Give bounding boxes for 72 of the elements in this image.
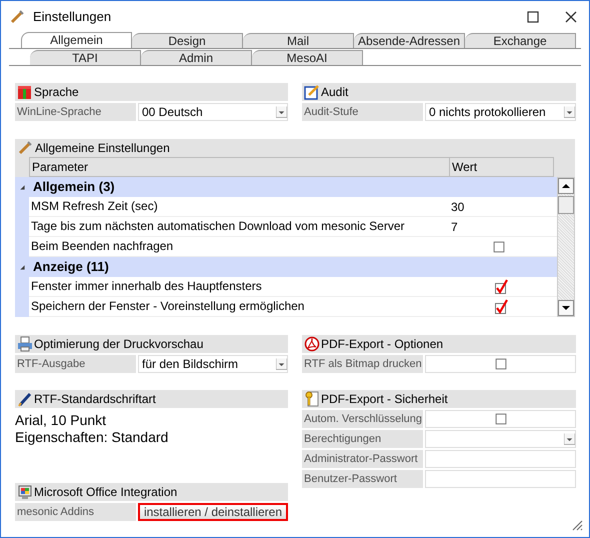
dropdown-arrow-icon — [276, 356, 287, 372]
table-cell: MSM Refresh Zeit (sec) — [29, 197, 449, 217]
group-label: Anzeige (11) — [33, 258, 109, 276]
tab[interactable]: Exchange — [465, 33, 576, 48]
panel-title: RTF-Standardschriftart — [34, 391, 156, 408]
gift-icon — [17, 84, 33, 100]
group-row[interactable]: Anzeige (11) — [15, 257, 557, 277]
settings-row[interactable]: MSM Refresh Zeit (sec) 30 — [15, 197, 557, 217]
maximize-icon[interactable] — [527, 11, 539, 23]
checkbox[interactable] — [494, 358, 506, 370]
dropdown-arrow-icon — [564, 104, 575, 120]
pdf-icon — [304, 336, 320, 352]
field-label: Berechtigungen — [302, 430, 423, 448]
dropdown[interactable]: für den Bildschirm — [138, 355, 288, 373]
settings-row[interactable]: Speichern der Fenster - Voreinstellung ermöglichen — [15, 297, 557, 317]
dropdown[interactable]: 00 Deutsch — [138, 103, 288, 121]
tab[interactable]: Design — [132, 33, 243, 48]
scroll-up-icon — [558, 178, 574, 194]
table-cell-text: 30 — [450, 198, 464, 216]
field-label: Autom. Verschlüsselung — [302, 410, 423, 428]
resize-grip-icon[interactable] — [571, 519, 583, 531]
group-row[interactable]: Allgemein (3) — [15, 177, 557, 197]
wrench-icon — [9, 9, 25, 25]
scrollbar[interactable] — [557, 177, 575, 317]
field-label: WinLine-Sprache — [15, 103, 136, 121]
tab[interactable]: Mail — [243, 33, 354, 48]
panel-title: PDF-Export - Optionen — [321, 336, 444, 353]
checkbox[interactable] — [493, 240, 505, 252]
tab[interactable]: Admin — [141, 50, 252, 65]
table-cell: Tage bis zum nächsten automatischen Download vom mesonic Server — [29, 217, 449, 237]
scroll-thumb[interactable] — [558, 196, 574, 214]
window-title: Einstellungen — [33, 8, 112, 26]
wrench-icon — [17, 140, 33, 156]
dropdown[interactable]: 0 nichts protokollieren — [425, 103, 576, 121]
field-label: Administrator-Passwort — [302, 450, 423, 468]
field-label: Benutzer-Passwort — [302, 470, 423, 488]
dropdown-arrow-icon — [564, 431, 575, 447]
notepad-icon — [304, 84, 320, 100]
table-cell: Speichern der Fenster - Voreinstellung ermöglichen — [29, 297, 449, 317]
tab[interactable]: MesoAI — [252, 50, 363, 65]
checked-checkbox[interactable] — [493, 298, 509, 314]
field-label: RTF-Ausgabe — [15, 355, 136, 373]
tab[interactable]: Allgemein — [21, 32, 132, 48]
panel-title: Audit — [321, 84, 348, 101]
checked-checkbox[interactable] — [493, 278, 509, 294]
checkbox[interactable] — [494, 413, 506, 425]
column-header[interactable]: Wert — [450, 158, 553, 176]
close-icon[interactable] — [565, 11, 577, 23]
dropdown-arrow-icon — [276, 104, 287, 120]
pen-icon — [17, 391, 33, 407]
table-cell-text: 7 — [450, 218, 458, 236]
field-label: mesonic Addins — [15, 503, 136, 521]
panel-title: Microsoft Office Integration — [34, 484, 178, 501]
key-icon — [304, 391, 320, 407]
panel-title: PDF-Export - Sicherheit — [321, 391, 448, 408]
install-button[interactable]: installieren / deinstallieren — [138, 503, 288, 521]
settings-row[interactable]: Fenster immer innerhalb des Hauptfensters — [15, 277, 557, 297]
group-label: Allgemein (3) — [33, 178, 115, 196]
field-label: RTF als Bitmap drucken — [302, 355, 423, 373]
input-field[interactable] — [425, 450, 576, 468]
tab[interactable]: Absende-Adressen — [354, 33, 465, 48]
font-info-text: Arial, 10 Punkt — [15, 412, 108, 429]
field-label: Audit-Stufe — [302, 103, 423, 121]
panel-title: Allgemeine Einstellungen — [35, 140, 170, 157]
panel-title: Optimierung der Druckvorschau — [34, 336, 204, 353]
tab[interactable]: TAPI — [30, 50, 141, 65]
font-info-text: Eigenschaften: Standard — [15, 429, 170, 446]
column-header[interactable]: Parameter — [30, 158, 450, 176]
table-cell: Fenster immer innerhalb des Hauptfensters — [29, 277, 449, 297]
settings-row[interactable]: Tage bis zum nächsten automatischen Download vom mesonic Server 7 — [15, 217, 557, 237]
panel-title: Sprache — [34, 84, 79, 101]
input-field[interactable] — [425, 470, 576, 488]
